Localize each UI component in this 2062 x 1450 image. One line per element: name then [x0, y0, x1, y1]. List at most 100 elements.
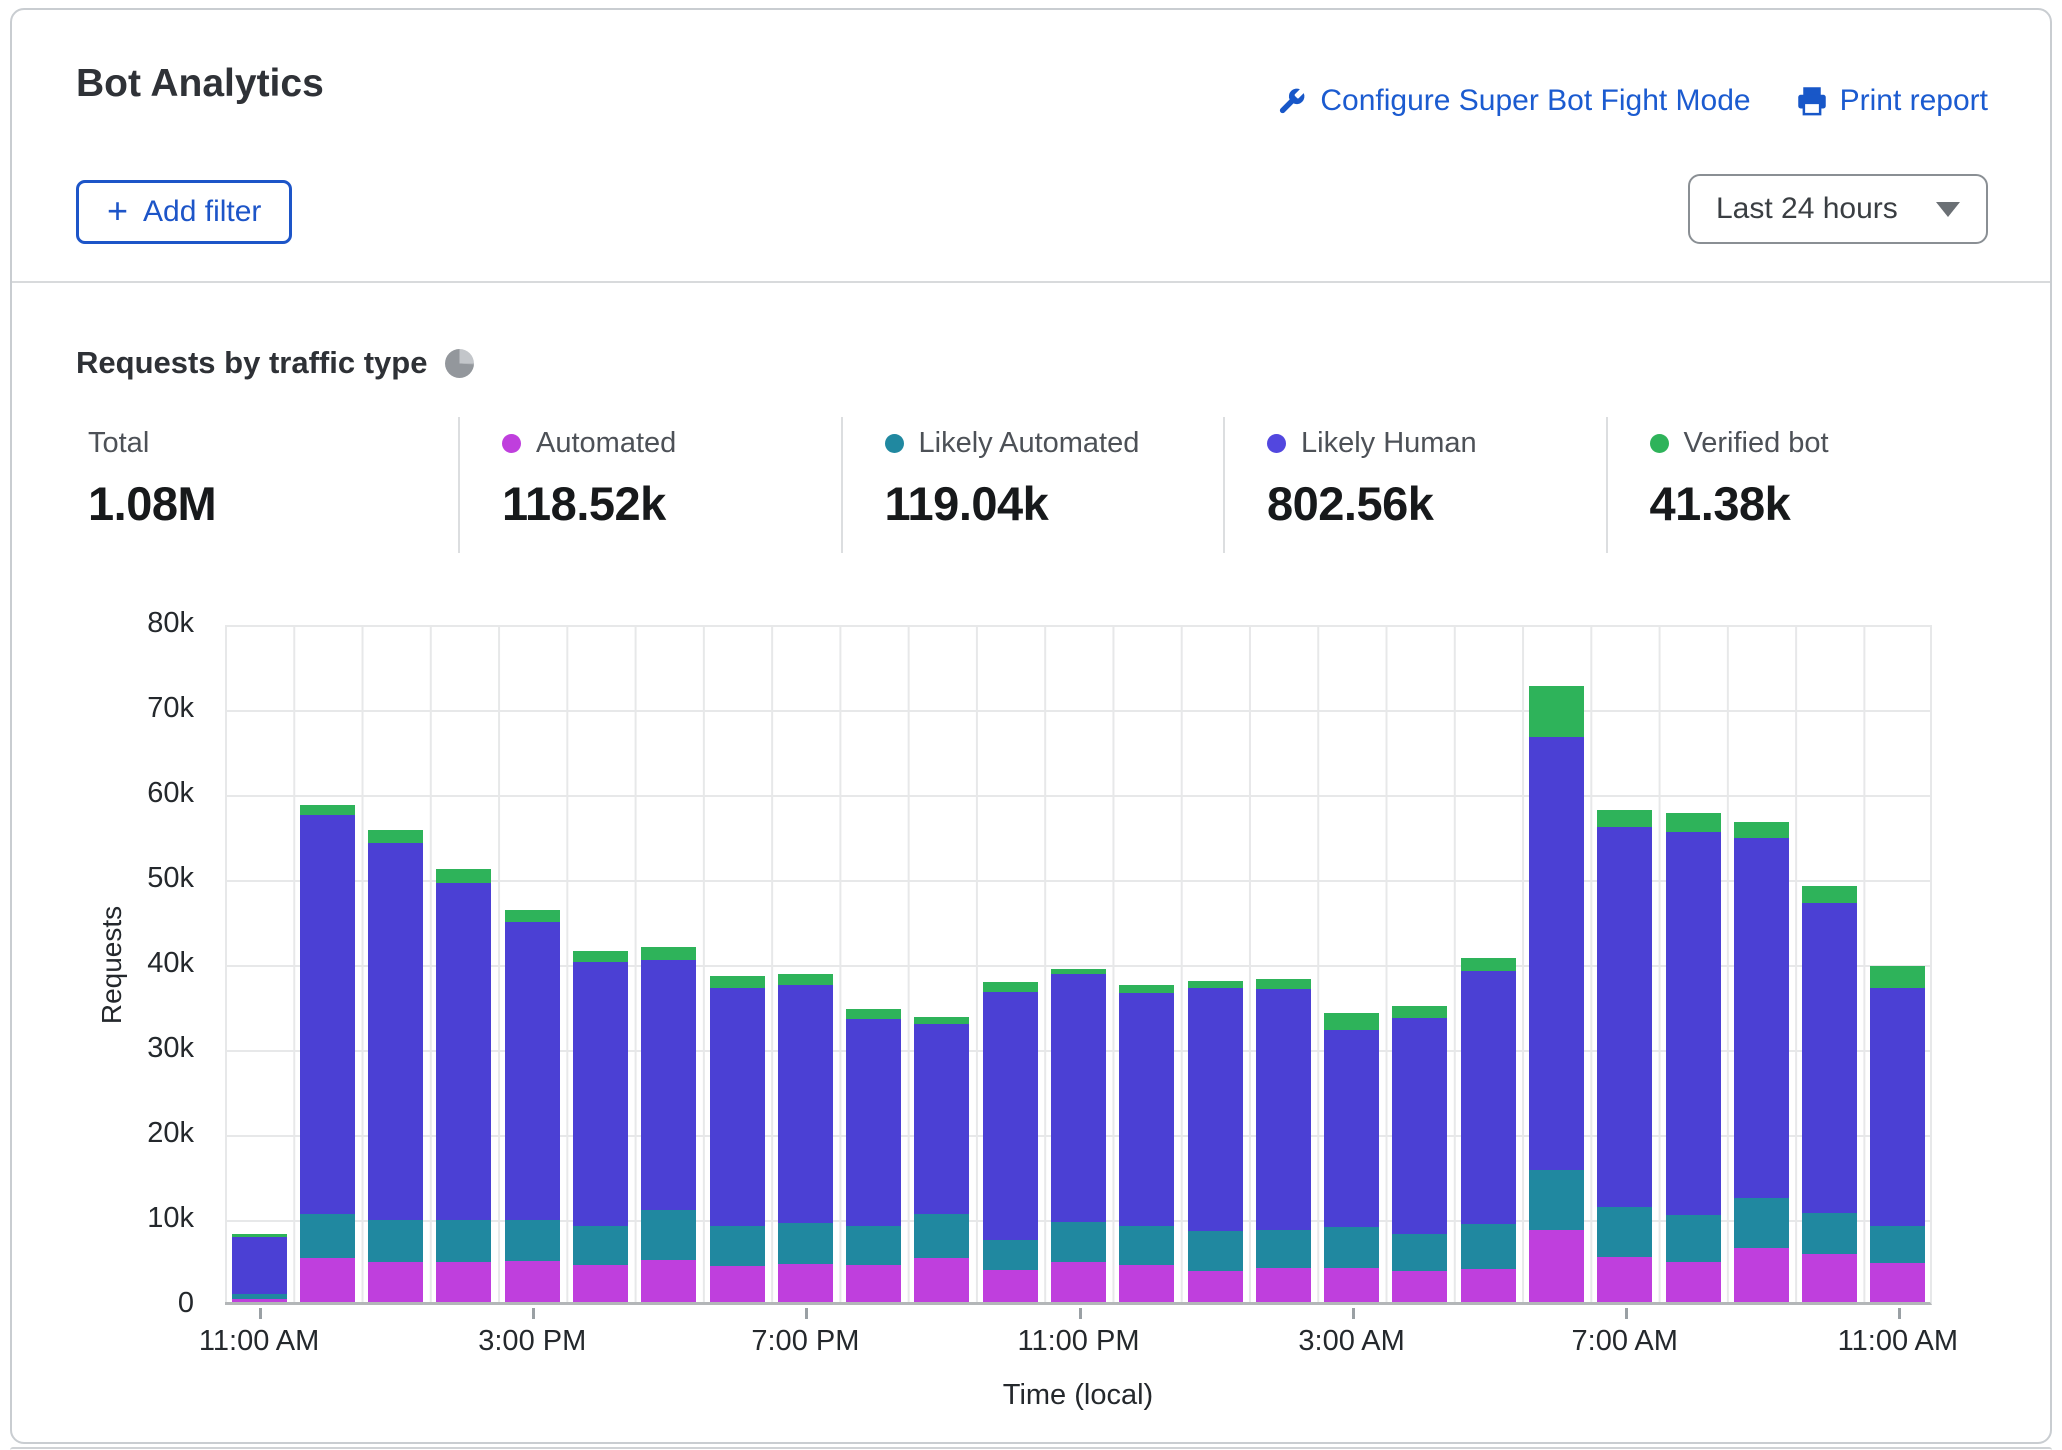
bar-stack[interactable] — [300, 805, 355, 1302]
legend-dot — [885, 434, 904, 453]
bar-stack[interactable] — [914, 1017, 969, 1302]
bar-stack[interactable] — [1597, 810, 1652, 1302]
stats-row: Total1.08MAutomated118.52kLikely Automat… — [76, 417, 1988, 553]
bar-segment-likely-human — [778, 985, 833, 1223]
bar-stack[interactable] — [1734, 822, 1789, 1302]
bar-segment-likely-human — [1870, 988, 1925, 1227]
x-tick-label: 11:00 AM — [1838, 1325, 1958, 1358]
bar-segment-likely-human — [368, 843, 423, 1220]
bar-segment-likely-human — [1461, 971, 1516, 1224]
bar-stack[interactable] — [1392, 1006, 1447, 1302]
chevron-down-icon — [1936, 202, 1960, 217]
bar-segment-automated — [914, 1258, 969, 1302]
bar-stack[interactable] — [1119, 985, 1174, 1302]
legend-dot — [1650, 434, 1669, 453]
stat-likely-automated[interactable]: Likely Automated119.04k — [841, 417, 1224, 553]
y-tick-label: 50k — [12, 862, 194, 895]
bar-segment-verified-bot — [1256, 979, 1311, 989]
bar-stack[interactable] — [368, 830, 423, 1302]
bar-segment-automated — [573, 1265, 628, 1302]
bar-stack[interactable] — [573, 951, 628, 1302]
bar-segment-likely-automated — [1324, 1227, 1379, 1268]
bar-segment-verified-bot — [505, 910, 560, 922]
plot-area — [225, 625, 1932, 1305]
bar-stack[interactable] — [1324, 1013, 1379, 1302]
time-range-dropdown[interactable]: Last 24 hours — [1688, 174, 1988, 244]
bar-segment-verified-bot — [1392, 1006, 1447, 1018]
bar-stack[interactable] — [1802, 886, 1857, 1302]
bar-segment-automated — [1256, 1268, 1311, 1302]
bar-segment-automated — [1734, 1248, 1789, 1302]
bar-segment-likely-human — [1529, 737, 1584, 1171]
legend-dot — [1267, 434, 1286, 453]
bar-segment-likely-human — [1256, 989, 1311, 1230]
bar-segment-verified-bot — [1734, 822, 1789, 838]
stat-verified-bot[interactable]: Verified bot 41.38k — [1606, 417, 1989, 553]
y-tick-label: 40k — [12, 947, 194, 980]
add-filter-button[interactable]: + Add filter — [76, 180, 292, 244]
bar-segment-likely-automated — [505, 1220, 560, 1262]
requests-chart: Requests Time (local) 80k70k60k50k40k30k… — [12, 613, 2050, 1413]
bar-segment-likely-automated — [914, 1214, 969, 1257]
bar-segment-likely-automated — [1734, 1198, 1789, 1248]
bar-segment-likely-automated — [1870, 1226, 1925, 1263]
y-tick-label: 0 — [12, 1287, 194, 1320]
legend-dot — [502, 434, 521, 453]
bar-segment-likely-automated — [1256, 1230, 1311, 1268]
stat-value: 41.38k — [1650, 476, 1989, 531]
bar-segment-likely-human — [232, 1237, 287, 1295]
bar-stack[interactable] — [778, 974, 833, 1302]
bar-stack[interactable] — [1051, 969, 1106, 1302]
configure-super-bot-fight-mode-link[interactable]: Configure Super Bot Fight Mode — [1276, 84, 1750, 118]
bar-stack[interactable] — [1529, 686, 1584, 1302]
stat-label: Verified bot — [1684, 427, 1829, 460]
bar-stack[interactable] — [710, 976, 765, 1302]
bar-stack[interactable] — [1256, 979, 1311, 1302]
bar-stack[interactable] — [436, 869, 491, 1302]
bar-segment-automated — [1870, 1263, 1925, 1302]
bar-stack[interactable] — [1870, 966, 1925, 1302]
stat-label: Likely Human — [1301, 427, 1477, 460]
stat-value: 802.56k — [1267, 476, 1606, 531]
bar-segment-automated — [1324, 1268, 1379, 1302]
bar-segment-likely-automated — [1051, 1222, 1106, 1262]
bar-segment-automated — [710, 1266, 765, 1302]
bot-analytics-card: Bot Analytics Configure Super Bot Fight … — [10, 8, 2052, 1444]
x-tick-label: 3:00 PM — [478, 1325, 586, 1358]
bar-segment-automated — [846, 1265, 901, 1302]
print-report-link[interactable]: Print report — [1797, 84, 1988, 118]
bar-stack[interactable] — [232, 1234, 287, 1302]
bar-stack[interactable] — [1188, 981, 1243, 1302]
bar-segment-verified-bot — [1529, 686, 1584, 737]
y-tick-label: 30k — [12, 1032, 194, 1065]
bar-segment-verified-bot — [1802, 886, 1857, 904]
bar-segment-verified-bot — [436, 869, 491, 883]
bar-segment-likely-human — [573, 962, 628, 1226]
bar-segment-automated — [1392, 1271, 1447, 1302]
x-tick-label: 7:00 AM — [1572, 1325, 1678, 1358]
header-links: Configure Super Bot Fight Mode Print rep… — [1276, 84, 1988, 118]
bar-stack[interactable] — [983, 982, 1038, 1302]
section-title: Requests by traffic type — [76, 345, 427, 381]
stat-automated[interactable]: Automated118.52k — [458, 417, 841, 553]
bar-stack[interactable] — [505, 910, 560, 1302]
bar-segment-automated — [1188, 1271, 1243, 1302]
bar-segment-likely-automated — [1666, 1215, 1721, 1262]
bar-stack[interactable] — [1461, 958, 1516, 1302]
bar-segment-verified-bot — [778, 974, 833, 985]
bar-segment-verified-bot — [1188, 981, 1243, 988]
bar-segment-likely-human — [1734, 838, 1789, 1198]
bar-stack[interactable] — [641, 947, 696, 1302]
stat-likely-human[interactable]: Likely Human 802.56k — [1223, 417, 1606, 553]
stat-total[interactable]: Total1.08M — [76, 417, 458, 553]
bar-segment-likely-human — [505, 922, 560, 1220]
bar-stack[interactable] — [846, 1009, 901, 1302]
bar-segment-likely-automated — [710, 1226, 765, 1267]
bar-segment-likely-automated — [1529, 1170, 1584, 1230]
bar-segment-likely-automated — [641, 1210, 696, 1260]
y-tick-label: 80k — [12, 607, 194, 640]
stat-label: Total — [88, 427, 149, 460]
print-link-label: Print report — [1840, 84, 1988, 118]
bar-segment-likely-automated — [300, 1214, 355, 1257]
bar-stack[interactable] — [1666, 813, 1721, 1302]
